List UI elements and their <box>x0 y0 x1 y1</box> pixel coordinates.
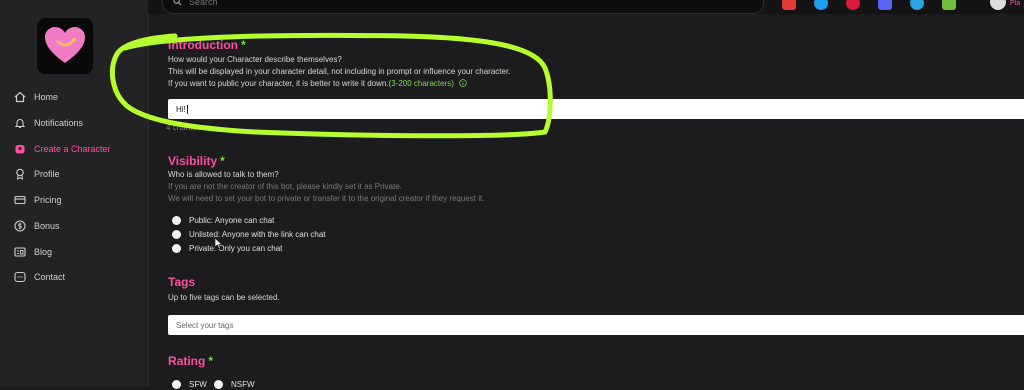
sidebar-item-pricing[interactable]: Pricing <box>14 191 134 209</box>
sidebar-item-label: Home <box>34 92 59 102</box>
radio-button[interactable] <box>172 379 181 389</box>
sidebar-item-label: Blog <box>34 247 53 257</box>
visibility-option-public[interactable]: Public: Anyone can chat <box>172 214 274 226</box>
visibility-question: Who is allowed to talk to them? <box>168 170 279 179</box>
sidebar-item-contact[interactable]: Contact <box>14 268 134 286</box>
addon-icon[interactable] <box>942 0 956 10</box>
sidebar-item-profile[interactable]: Profile <box>14 165 134 183</box>
required-mark: * <box>240 38 246 52</box>
chat-icon <box>14 271 26 283</box>
introduction-title: Introduction * <box>168 38 246 52</box>
user-name: Pla <box>1010 0 1021 7</box>
tags-note: Up to five tags can be selected. <box>168 293 280 302</box>
introduction-question: How would your Character describe themse… <box>168 55 342 64</box>
introduction-note: This will be displayed in your character… <box>168 67 511 76</box>
radio-button[interactable] <box>172 229 181 239</box>
sidebar-item-label: Notifications <box>34 118 84 128</box>
sidebar-item-label: Bonus <box>34 221 60 231</box>
sidebar-item-label: Create a Character <box>34 144 111 154</box>
sidebar-item-label: Profile <box>34 169 60 179</box>
award-icon <box>16 168 24 180</box>
character-icon <box>15 145 25 154</box>
heart-logo-icon <box>45 27 85 63</box>
sidebar-item-home[interactable]: Home <box>14 88 134 106</box>
rating-option-sfw[interactable]: SFW <box>172 378 207 390</box>
sidebar-item-label: Pricing <box>34 195 62 205</box>
introduction-input[interactable]: Hi! <box>168 99 1024 119</box>
sidebar-item-blog[interactable]: Blog <box>14 243 134 261</box>
required-mark: * <box>208 354 214 368</box>
tags-title: Tags <box>168 275 196 289</box>
sidebar-item-label: Contact <box>34 272 66 282</box>
sidebar: Home Notifications Create a Character Pr… <box>0 0 149 386</box>
youtube-icon[interactable] <box>782 0 796 10</box>
home-icon <box>14 91 26 103</box>
required-mark: * <box>220 154 225 168</box>
info-icon[interactable] <box>459 79 467 87</box>
character-count: 4 characters <box>166 123 211 132</box>
blog-icon <box>14 247 26 257</box>
introduction-tip: If you want to public your character, it… <box>168 79 467 88</box>
tags-select[interactable]: Select your tags <box>168 315 1024 335</box>
sidebar-item-bonus[interactable]: Bonus <box>14 217 134 235</box>
bell-icon <box>14 119 26 129</box>
app-logo[interactable] <box>37 18 93 74</box>
rating-option-nsfw[interactable]: NSFW <box>214 378 255 390</box>
radio-button[interactable] <box>214 379 223 389</box>
visibility-option-private[interactable]: Private: Only you can chat <box>172 242 282 254</box>
rating-title: Rating * <box>168 354 214 368</box>
sidebar-item-notifications[interactable]: Notifications <box>14 114 134 132</box>
character-limit: (3-200 characters) <box>388 79 454 88</box>
discord-icon[interactable] <box>878 0 892 10</box>
card-icon <box>14 195 26 205</box>
mouse-cursor-icon <box>215 238 223 249</box>
dollar-icon <box>14 220 26 232</box>
sidebar-item-create-character[interactable]: Create a Character <box>14 140 134 158</box>
search-icon <box>173 0 182 6</box>
visibility-option-unlisted[interactable]: Unlisted: Anyone with the link can chat <box>172 228 326 240</box>
search-bar[interactable] <box>162 0 764 14</box>
radio-button[interactable] <box>172 215 181 225</box>
radio-button[interactable] <box>172 243 181 253</box>
visibility-note-1: If you are not the creator of this bot, … <box>168 182 402 191</box>
visibility-note-2: We will need to set your bot to private … <box>168 194 485 203</box>
search-input[interactable] <box>187 0 751 11</box>
visibility-title: Visibility * <box>168 154 225 168</box>
